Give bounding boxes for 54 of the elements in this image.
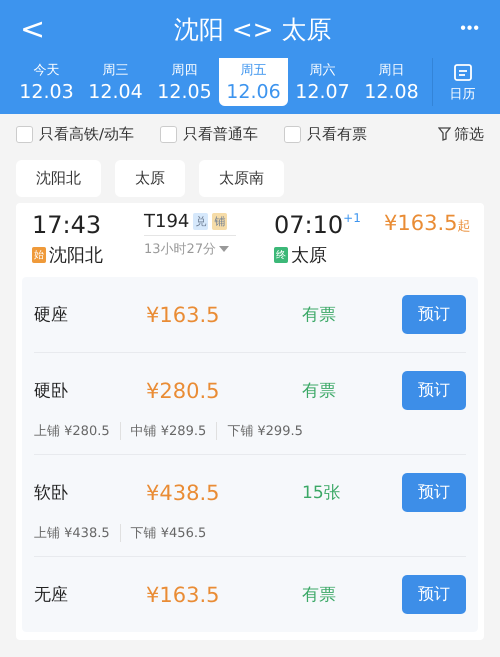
train-number: T194 (144, 211, 190, 232)
train-tag: 铺 (212, 213, 228, 230)
station-chip[interactable]: 太原南 (199, 160, 284, 197)
date-tab[interactable]: 周三 12.04 (81, 58, 150, 106)
departure-station: 沈阳北 (49, 244, 103, 267)
berth-price: 上铺 ¥438.5 (34, 524, 121, 542)
dropdown-icon (219, 246, 230, 252)
book-button[interactable]: 预订 (402, 575, 466, 614)
checkbox[interactable] (16, 126, 33, 142)
checkbox[interactable] (160, 126, 178, 142)
calendar-button[interactable]: 日历 (432, 58, 492, 106)
calendar-icon (452, 62, 472, 82)
berth-price: 下铺 ¥299.5 (227, 423, 304, 440)
back-button[interactable]: < (20, 12, 46, 46)
seat-price: ¥163.5 (146, 582, 220, 606)
departure-time: 17:43 (32, 211, 102, 239)
filter-label: 只看高铁/动车 (39, 124, 134, 144)
checkbox[interactable] (284, 126, 302, 142)
station-chip[interactable]: 太原 (115, 160, 185, 197)
berth-price: 下铺 ¥456.5 (130, 525, 208, 542)
date-tab[interactable]: 周五 12.06 (219, 58, 288, 106)
train-tag: 兑 (193, 213, 208, 230)
date-tab[interactable]: 周四 12.05 (150, 58, 219, 106)
seat-class: 硬座 (34, 304, 69, 326)
availability: 有票 (302, 304, 337, 326)
seat-price: ¥163.5 (146, 302, 220, 326)
availability: 有票 (302, 584, 337, 606)
date-tab[interactable]: 周日 12.08 (357, 58, 426, 106)
filter-label: 只看有票 (307, 124, 368, 144)
availability: 15张 (302, 482, 342, 504)
lowest-price: ¥163.5起 (384, 211, 470, 235)
duration: 13小时27分 (144, 241, 216, 258)
availability: 有票 (302, 380, 337, 402)
funnel-icon (438, 127, 451, 141)
berth-price: 上铺 ¥280.5 (34, 422, 121, 440)
start-badge: 始 (32, 247, 46, 263)
seat-class: 硬卧 (34, 380, 69, 402)
station-chip[interactable]: 沈阳北 (16, 160, 101, 197)
book-button[interactable]: 预订 (402, 295, 466, 334)
berth-price: 中铺 ¥289.5 (130, 422, 218, 440)
filter-button[interactable]: 筛选 (438, 124, 484, 144)
date-tab[interactable]: 周六 12.07 (288, 58, 357, 106)
seat-class: 软卧 (34, 482, 69, 504)
book-button[interactable]: 预订 (402, 371, 466, 410)
book-button[interactable]: 预订 (402, 473, 466, 512)
filter-label: 只看普通车 (183, 124, 258, 144)
seat-price: ¥280.5 (146, 378, 220, 402)
route-title: 沈阳 <> 太原 (174, 14, 332, 46)
more-button[interactable]: ••• (460, 20, 480, 38)
seat-price: ¥438.5 (146, 480, 220, 504)
arrival-station: 太原 (291, 244, 327, 267)
end-badge: 终 (274, 247, 288, 263)
seat-class: 无座 (34, 584, 69, 606)
date-tab[interactable]: 今天 12.03 (12, 58, 81, 106)
